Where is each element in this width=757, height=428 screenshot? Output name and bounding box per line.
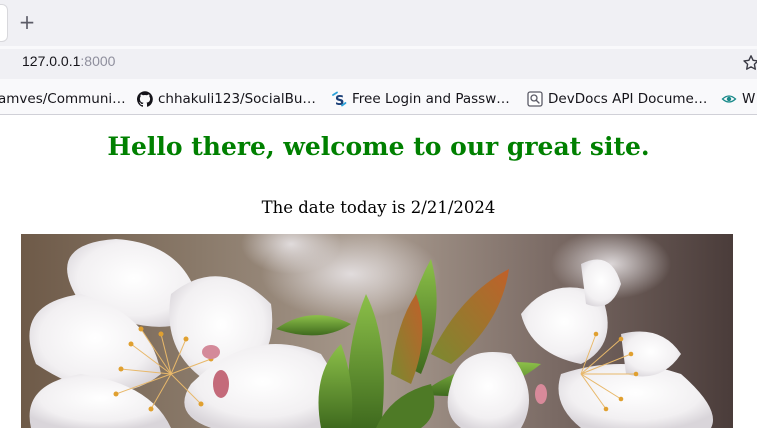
new-tab-button[interactable]: + <box>16 10 38 34</box>
eye-icon <box>721 95 737 103</box>
active-tab-edge[interactable] <box>0 4 8 42</box>
search-box-icon <box>527 91 543 107</box>
tab-strip: + <box>0 0 757 46</box>
address-text[interactable]: 127.0.0.1:8000 <box>22 52 115 70</box>
bookmark-item-w[interactable]: W <box>721 90 755 108</box>
url-host: 127.0.0.1 <box>22 53 81 69</box>
cherry-blossom-photo <box>21 234 733 428</box>
page-viewport: Hello there, welcome to our great site. … <box>0 115 757 428</box>
bookmark-label: DevDocs API Docume… <box>548 91 708 107</box>
page-heading: Hello there, welcome to our great site. <box>107 132 650 161</box>
bookmark-star-icon[interactable] <box>742 54 757 72</box>
bookmark-item-socialbu[interactable]: chhakuli123/SocialBu… <box>137 90 316 108</box>
bookmark-item-free-login[interactable]: S Free Login and Passw… <box>331 90 510 108</box>
bookmark-label: Free Login and Passw… <box>352 91 510 107</box>
bookmark-label: W <box>742 91 756 107</box>
bookmark-label: chhakuli123/SocialBu… <box>158 91 316 107</box>
url-port: :8000 <box>80 53 116 69</box>
date-text: The date today is 2/21/2024 <box>261 198 496 217</box>
bookmark-item-devdocs[interactable]: DevDocs API Docume… <box>527 90 707 108</box>
bookmark-label: amves/Communi… <box>0 91 126 107</box>
s-logo-icon: S <box>332 91 347 107</box>
bookmark-item-communi[interactable]: amves/Communi… <box>0 90 126 108</box>
navigation-toolbar: 127.0.0.1:8000 <box>0 46 757 82</box>
github-icon <box>137 91 153 107</box>
bookmarks-toolbar: amves/Communi… chhakuli123/SocialBu… S F… <box>0 82 757 115</box>
